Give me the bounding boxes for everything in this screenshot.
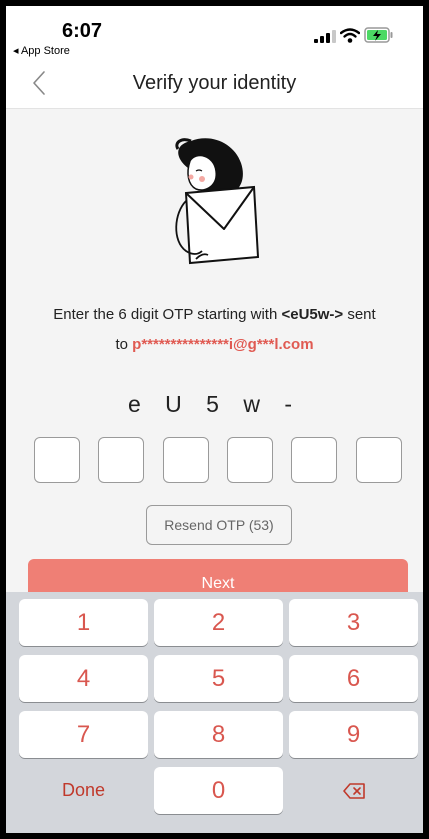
battery-charging-icon: [364, 27, 393, 43]
key-7[interactable]: 7: [19, 711, 148, 758]
page-title: Verify your identity: [132, 72, 297, 94]
key-4[interactable]: 4: [19, 655, 148, 702]
woman-with-envelope-illustration: [175, 138, 260, 265]
resend-otp-button[interactable]: Resend OTP (53): [146, 505, 292, 545]
otp-digit-box-3[interactable]: [163, 437, 209, 483]
numeric-keypad: 1 2 3 4 5 6 7 8 9 Done 0: [6, 592, 423, 833]
key-5[interactable]: 5: [154, 655, 283, 702]
key-8[interactable]: 8: [154, 711, 283, 758]
otp-prefix-display: e U 5 w -: [127, 391, 302, 417]
instruction-to-text: to: [115, 336, 133, 353]
otp-prefix-hint: <eU5w->: [281, 306, 344, 323]
nav-bar: Verify your identity: [6, 58, 423, 109]
otp-instruction: Enter the 6 digit OTP starting with <eU5…: [26, 300, 403, 360]
back-to-app-store-link[interactable]: ◂ App Store: [13, 44, 70, 57]
phone-screen: 6:07 ◂ App Store Verify your identity En…: [6, 6, 423, 833]
cellular-signal-icon: [314, 30, 336, 43]
key-1[interactable]: 1: [19, 599, 148, 646]
key-2[interactable]: 2: [154, 599, 283, 646]
key-3[interactable]: 3: [289, 599, 418, 646]
instruction-sent-text: sent: [343, 306, 376, 323]
status-bar: 6:07 ◂ App Store: [6, 6, 423, 58]
backspace-key[interactable]: [289, 767, 418, 814]
otp-digit-box-4[interactable]: [227, 437, 273, 483]
otp-digit-box-6[interactable]: [356, 437, 402, 483]
masked-email: p***************i@g***l.com: [132, 336, 314, 353]
otp-digit-box-1[interactable]: [34, 437, 80, 483]
wifi-icon: [340, 28, 360, 43]
backspace-icon: [342, 783, 365, 800]
key-6[interactable]: 6: [289, 655, 418, 702]
verify-content: Enter the 6 digit OTP starting with <eU5…: [6, 109, 423, 599]
instruction-text: Enter the 6 digit OTP starting with: [53, 306, 282, 323]
done-key[interactable]: Done: [19, 767, 148, 814]
key-0[interactable]: 0: [154, 767, 283, 814]
key-9[interactable]: 9: [289, 711, 418, 758]
status-time: 6:07: [62, 20, 103, 42]
otp-digit-box-2[interactable]: [98, 437, 144, 483]
otp-digit-box-5[interactable]: [291, 437, 337, 483]
